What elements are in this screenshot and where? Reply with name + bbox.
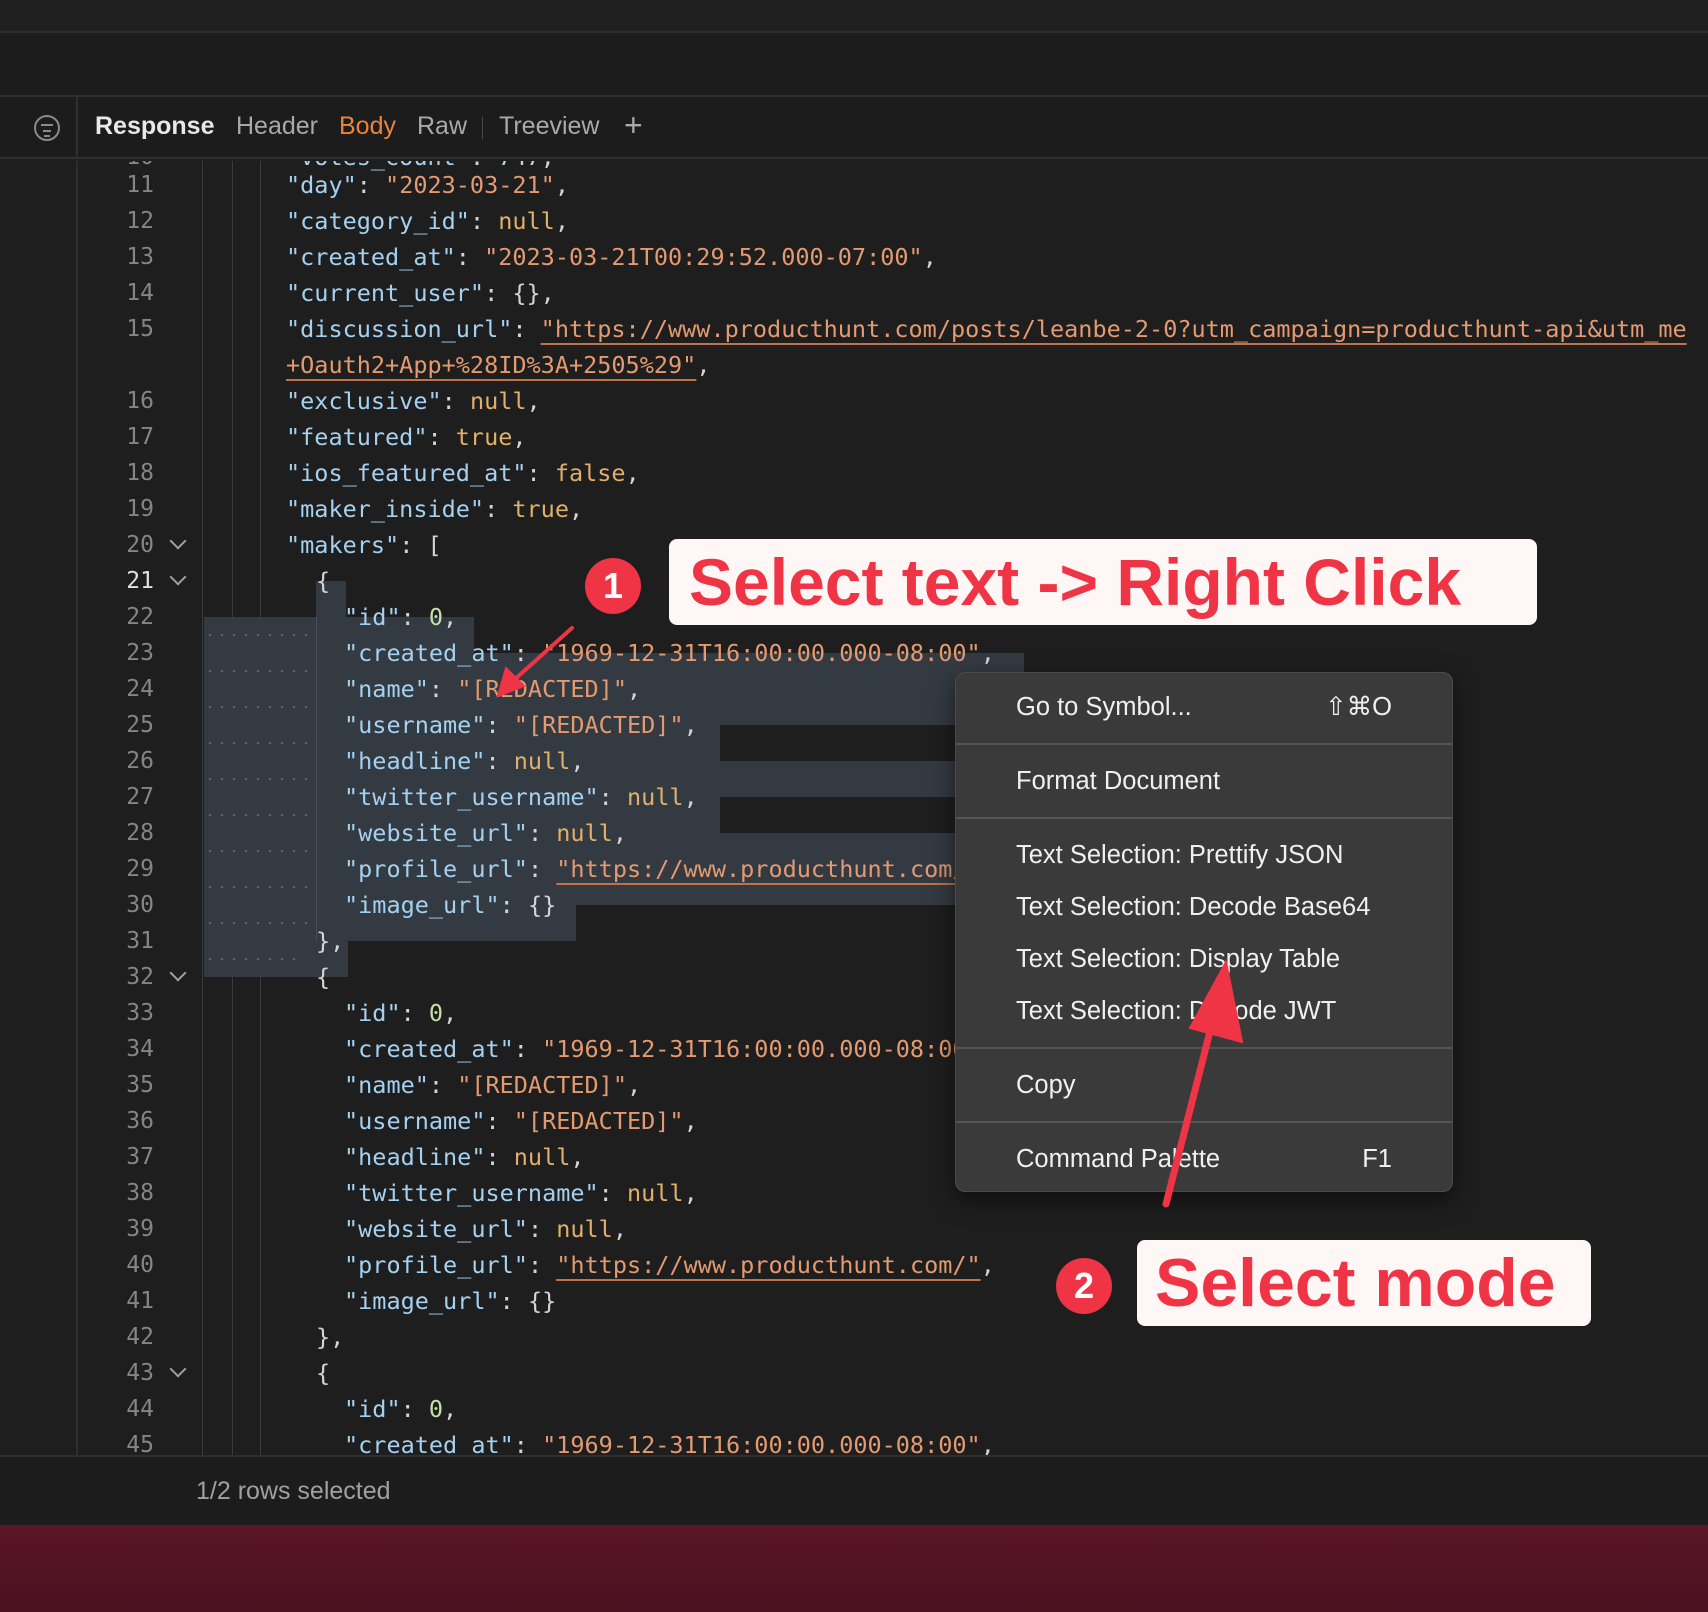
annotation-arrows (496, 626, 1244, 1208)
step2-callout: Select mode (1137, 1240, 1591, 1326)
step1-badge: 1 (585, 558, 641, 614)
step2-arrow (1162, 959, 1244, 1208)
step1-callout: Select text -> Right Click (669, 539, 1537, 625)
step2-badge: 2 (1056, 1258, 1112, 1314)
step1-arrow (496, 626, 574, 698)
